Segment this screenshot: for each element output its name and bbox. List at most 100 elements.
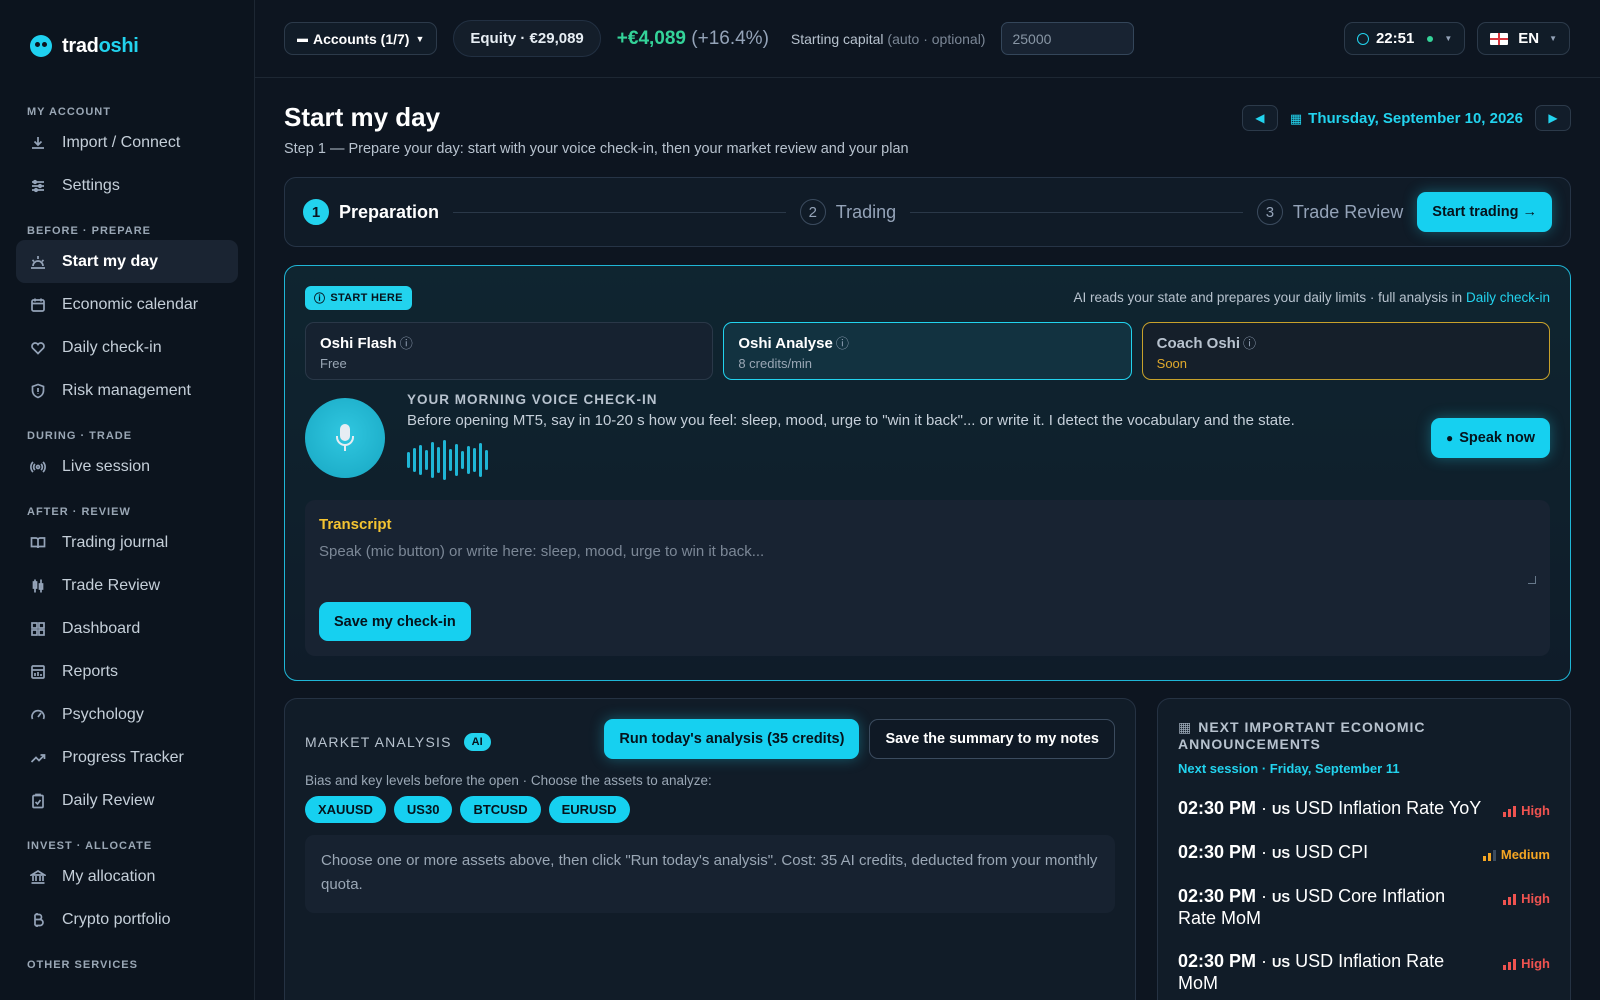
- sidebar-item-economic-calendar[interactable]: Economic calendar: [16, 283, 238, 326]
- sidebar-item-reports[interactable]: Reports: [16, 650, 238, 693]
- economic-event-list: 02:30 PM · US USD Inflation Rate YoY High…: [1178, 798, 1550, 994]
- chevron-down-icon: ▼: [415, 33, 425, 44]
- step-connector: [910, 211, 1243, 213]
- sidebar-item-my-allocation[interactable]: My allocation: [16, 855, 238, 898]
- sidebar-item-label: My allocation: [62, 867, 156, 885]
- report-icon: [30, 664, 46, 680]
- save-checkin-button[interactable]: Save my check-in: [319, 602, 471, 641]
- language-dropdown[interactable]: EN ▼: [1477, 22, 1570, 55]
- asset-chip[interactable]: XAUUSD: [305, 796, 386, 823]
- sunrise-icon: [30, 254, 46, 270]
- heart-icon: [30, 340, 46, 356]
- sidebar-item-dashboard[interactable]: Dashboard: [16, 607, 238, 650]
- sidebar-item-label: Live session: [62, 457, 151, 475]
- sidebar-item-label: Reports: [62, 662, 119, 680]
- nav-section-title: DURING · TRADE: [27, 430, 133, 442]
- sidebar-item-trade-review[interactable]: Trade Review: [16, 564, 238, 607]
- current-date: ▦ Thursday, September 10, 2026: [1289, 109, 1523, 127]
- run-analysis-button[interactable]: Run today's analysis (35 credits): [604, 719, 860, 759]
- step-trading[interactable]: 2 Trading: [799, 199, 896, 225]
- info-icon[interactable]: ⓘ: [400, 336, 413, 351]
- accounts-dropdown[interactable]: ▬ Accounts (1/7) ▼: [284, 22, 438, 55]
- next-day-button[interactable]: ▶: [1535, 105, 1571, 131]
- sidebar-item-progress-tracker[interactable]: Progress Tracker: [16, 736, 238, 779]
- sidebar-item-import-connect[interactable]: Import / Connect: [16, 121, 238, 164]
- mode-coach-oshi[interactable]: Coach Oshi ⓘ Soon: [1141, 322, 1550, 380]
- sidebar-item-crypto-portfolio[interactable]: Crypto portfolio: [16, 898, 238, 941]
- economic-announcements-card: ▦ NEXT IMPORTANT ECONOMIC ANNOUNCEMENTS N…: [1157, 698, 1571, 1000]
- speak-now-button[interactable]: ● Speak now: [1431, 418, 1550, 458]
- waveform-icon: [407, 440, 488, 480]
- calendar-icon: ▦: [1178, 719, 1193, 735]
- asset-chip[interactable]: US30: [393, 796, 453, 823]
- sidebar: tradoshi MY ACCOUNT Import / Connect Setti…: [0, 0, 255, 1000]
- signal-bars-icon: [1503, 958, 1517, 970]
- start-trading-button[interactable]: Start trading →: [1417, 192, 1553, 232]
- nav-section-title: INVEST · ALLOCATE: [27, 840, 153, 852]
- next-session-label: Next session · Friday, September 11: [1178, 761, 1400, 776]
- sidebar-item-daily-review[interactable]: Daily Review: [16, 779, 238, 822]
- candles-icon: [30, 578, 46, 594]
- sidebar-item-live-session[interactable]: Live session: [16, 445, 238, 488]
- sidebar-item-psychology[interactable]: Psychology: [16, 693, 238, 736]
- start-here-badge: ⓘ START HERE: [305, 286, 412, 310]
- sidebar-item-daily-check-in[interactable]: Daily check-in: [16, 326, 238, 369]
- starting-capital-input[interactable]: [1001, 22, 1135, 55]
- impact-badge: Medium: [1482, 844, 1550, 865]
- step-trade-review[interactable]: 3 Trade Review: [1256, 199, 1403, 225]
- nav-section-title: MY ACCOUNT: [27, 106, 111, 118]
- sidebar-item-label: Daily Review: [62, 791, 155, 809]
- step-preparation[interactable]: 1 Preparation: [303, 199, 439, 225]
- calendar-icon: [30, 297, 46, 313]
- asset-chip[interactable]: EURUSD: [548, 796, 630, 823]
- microphone-icon: [336, 424, 354, 451]
- economic-title: ▦ NEXT IMPORTANT ECONOMIC ANNOUNCEMENTS: [1178, 719, 1426, 752]
- transcript-input[interactable]: Speak (mic button) or write here: sleep,…: [319, 543, 1536, 560]
- asset-chip[interactable]: BTCUSD: [460, 796, 541, 823]
- gauge-icon: [30, 707, 46, 723]
- economic-event[interactable]: 02:30 PM · US USD Inflation Rate YoY High: [1178, 798, 1550, 820]
- chevron-down-icon: ▼: [1444, 34, 1453, 43]
- ai-note: AI reads your state and prepares your da…: [1073, 290, 1550, 305]
- brand-name: tradoshi: [62, 34, 139, 57]
- mode-oshi-analyse[interactable]: Oshi Analyse ⓘ 8 credits/min: [723, 322, 1132, 380]
- mic-button[interactable]: [305, 398, 385, 478]
- sidebar-item-risk-management[interactable]: Risk management: [16, 369, 238, 412]
- mode-oshi-flash[interactable]: Oshi Flash ⓘ Free: [305, 322, 714, 380]
- folder-icon: ▬: [297, 32, 308, 45]
- prev-day-button[interactable]: ◀: [1241, 105, 1278, 131]
- nav-section-title: OTHER SERVICES: [27, 959, 138, 971]
- shield-icon: [30, 383, 46, 399]
- info-icon[interactable]: ⓘ: [1243, 336, 1256, 351]
- sidebar-item-trading-journal[interactable]: Trading journal: [16, 521, 238, 564]
- voice-checkin-card: ⓘ START HERE AI reads your state and prep…: [284, 265, 1571, 681]
- economic-event[interactable]: 02:30 PM · US USD Inflation Rate MoM High: [1178, 951, 1550, 994]
- transcript-box: Transcript Speak (mic button) or write h…: [305, 500, 1550, 656]
- economic-event[interactable]: 02:30 PM · US USD Core Inflation Rate Mo…: [1178, 886, 1550, 929]
- sliders-icon: [30, 178, 46, 194]
- pnl-value: +€4,089 (+16.4%): [616, 27, 769, 49]
- impact-badge: High: [1503, 888, 1550, 909]
- chevron-down-icon: ▼: [1549, 34, 1557, 43]
- bitcoin-icon: [30, 912, 46, 928]
- sidebar-item-label: Trade Review: [62, 576, 161, 594]
- uk-flag-icon: [1490, 32, 1509, 45]
- sidebar-item-settings[interactable]: Settings: [16, 164, 238, 207]
- owl-logo-icon: [30, 35, 52, 57]
- info-icon[interactable]: ⓘ: [836, 336, 849, 351]
- daily-checkin-link[interactable]: Daily check-in: [1466, 290, 1550, 305]
- signal-bars-icon: [1503, 893, 1517, 905]
- sidebar-nav: MY ACCOUNT Import / Connect Settings BEFORE…: [0, 92, 254, 974]
- logo[interactable]: tradoshi: [0, 0, 254, 92]
- bank-icon: [30, 869, 46, 885]
- save-summary-button[interactable]: Save the summary to my notes: [869, 719, 1115, 759]
- sidebar-item-label: Dashboard: [62, 619, 141, 637]
- sidebar-item-label: Psychology: [62, 705, 144, 723]
- clock-icon: [1356, 32, 1369, 45]
- sidebar-item-start-my-day[interactable]: Start my day: [16, 240, 238, 283]
- grid-icon: [30, 621, 46, 637]
- clock-dropdown[interactable]: 22:51 ▼: [1343, 22, 1466, 55]
- economic-event[interactable]: 02:30 PM · US USD CPI Medium: [1178, 842, 1550, 864]
- resize-handle-icon[interactable]: [1528, 576, 1536, 584]
- clipboard-icon: [30, 793, 46, 809]
